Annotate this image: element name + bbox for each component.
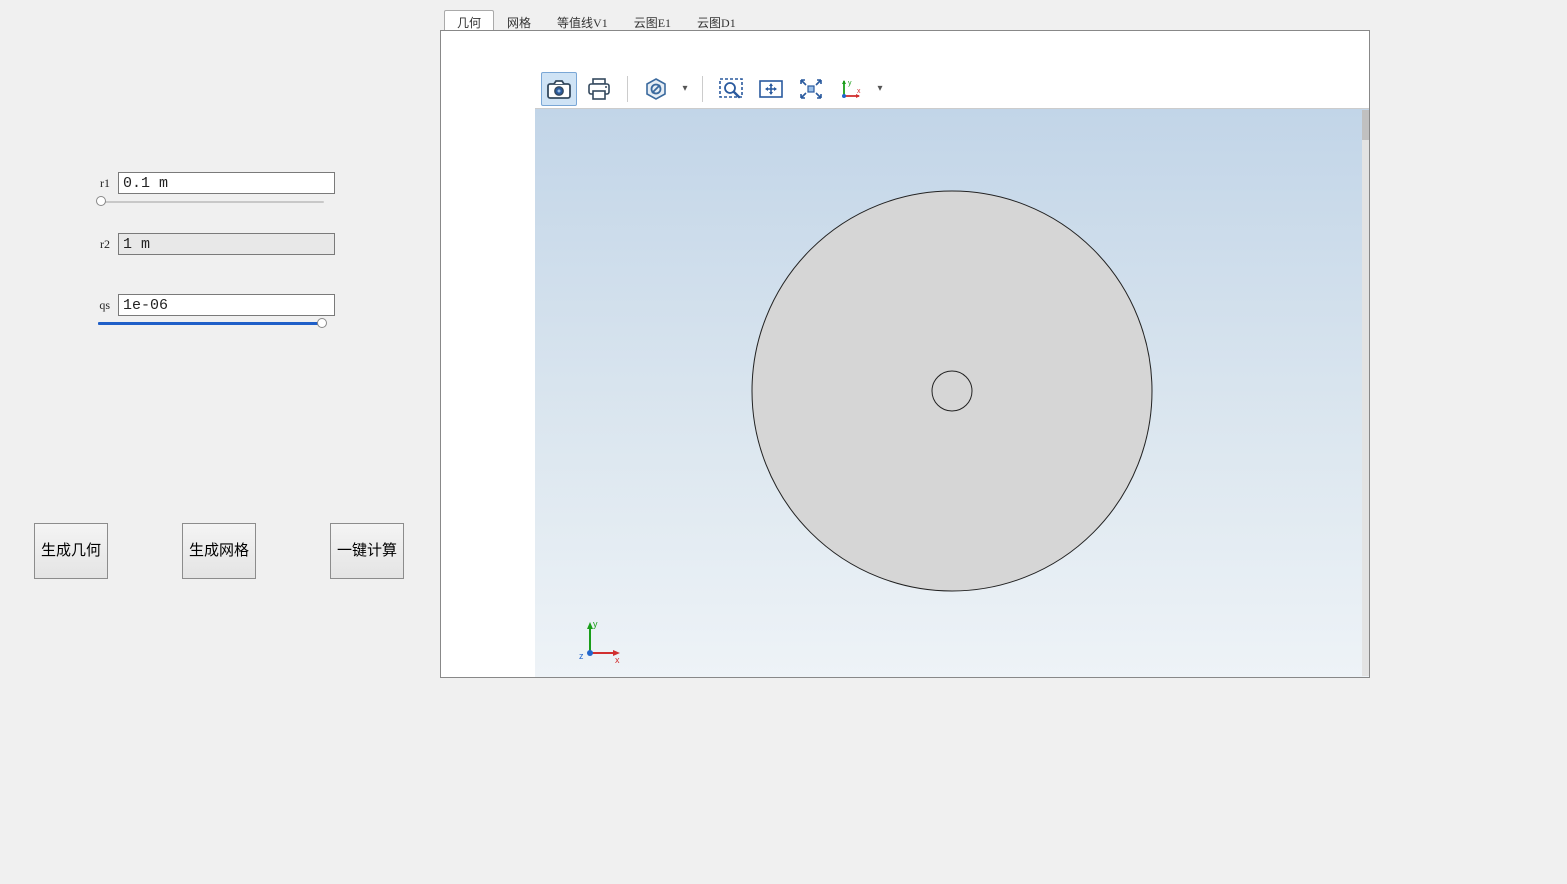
- qs-slider[interactable]: [96, 320, 326, 328]
- zoom-extents-icon: [799, 78, 823, 100]
- svg-text:z: z: [579, 651, 584, 661]
- plot-vertical-scrollbar[interactable]: [1362, 110, 1370, 676]
- generate-geometry-button[interactable]: 生成几何: [34, 523, 108, 579]
- param-r2-label: r2: [90, 237, 110, 252]
- orient-axes-button[interactable]: y x: [833, 72, 869, 106]
- axis-y-label: y: [848, 80, 852, 87]
- zoom-extents-button[interactable]: [793, 72, 829, 106]
- param-qs-label: qs: [90, 298, 110, 313]
- hide-icon: [645, 78, 667, 100]
- printer-icon: [587, 78, 611, 100]
- pan-button[interactable]: [753, 72, 789, 106]
- app-root: r1 r2 qs: [0, 0, 1567, 884]
- camera-icon: [547, 79, 571, 99]
- axis-x-label: x: [857, 88, 861, 95]
- print-button[interactable]: [581, 72, 617, 106]
- zoom-box-icon: [719, 78, 743, 100]
- toolbar-separator: [702, 76, 703, 102]
- svg-text:y: y: [593, 619, 598, 629]
- left-panel: r1 r2 qs: [0, 0, 440, 884]
- plot-area: y x y: [535, 69, 1370, 677]
- param-r2: r2: [90, 233, 335, 255]
- svg-text:x: x: [615, 655, 620, 665]
- orient-axes-icon: y x: [839, 78, 863, 100]
- compute-button[interactable]: 一键计算: [330, 523, 404, 579]
- param-qs: qs: [90, 294, 335, 328]
- action-buttons: 生成几何 生成网格 一键计算: [34, 523, 404, 579]
- orient-dropdown[interactable]: [873, 72, 887, 106]
- snapshot-button[interactable]: [541, 72, 577, 106]
- toolbar-separator: [627, 76, 628, 102]
- hide-button[interactable]: [638, 72, 674, 106]
- r2-input[interactable]: [118, 233, 335, 255]
- viewer-frame: y x y: [440, 30, 1370, 678]
- geometry-canvas[interactable]: y x z: [535, 109, 1370, 677]
- param-r1-label: r1: [90, 176, 110, 191]
- pan-icon: [759, 78, 783, 100]
- param-r1: r1: [90, 172, 335, 206]
- qs-input[interactable]: [118, 294, 335, 316]
- geometry-svg: [535, 109, 1370, 677]
- hide-dropdown[interactable]: [678, 72, 692, 106]
- axis-triad: y x z: [575, 615, 625, 665]
- r1-slider[interactable]: [96, 198, 326, 206]
- plot-toolbar: y x: [535, 69, 1370, 109]
- main-panel: 几何 网格 等值线V1 云图E1 云图D1: [440, 0, 1567, 884]
- r1-input[interactable]: [118, 172, 335, 194]
- zoom-box-button[interactable]: [713, 72, 749, 106]
- generate-mesh-button[interactable]: 生成网格: [182, 523, 256, 579]
